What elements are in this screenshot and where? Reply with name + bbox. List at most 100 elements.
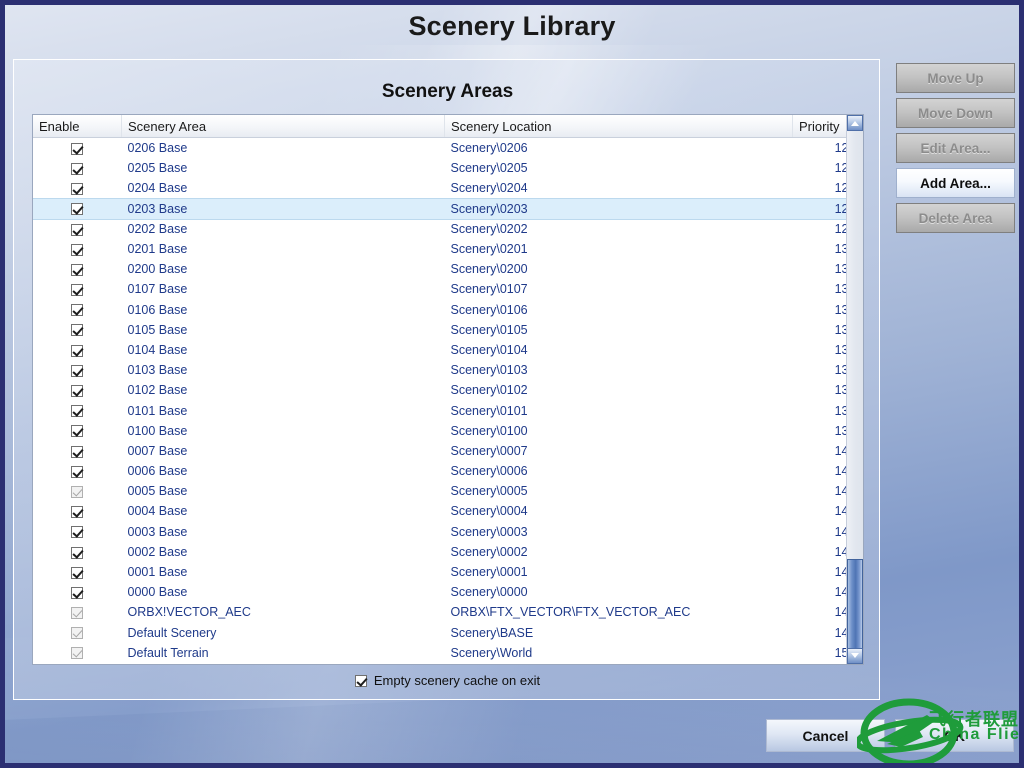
row-enable-checkbox[interactable] (71, 142, 84, 155)
column-header-scenery-location[interactable]: Scenery Location (444, 115, 793, 138)
table-row[interactable]: 0206 Base Scenery\0206 125 (33, 138, 863, 159)
row-enable-cell[interactable] (33, 320, 122, 340)
row-enable-checkbox[interactable] (71, 162, 84, 175)
row-scenery-location: Scenery\0002 (450, 544, 528, 559)
table-row[interactable]: 0203 Base Scenery\0203 128 (33, 197, 863, 220)
table-row[interactable]: 0101 Base Scenery\0101 138 (33, 400, 863, 420)
move-up-button[interactable]: Move Up (896, 63, 1015, 93)
row-enable-cell[interactable] (33, 360, 122, 380)
row-enable-cell[interactable] (33, 602, 122, 622)
table-row[interactable]: 0103 Base Scenery\0103 136 (33, 360, 863, 380)
row-enable-cell[interactable] (33, 239, 122, 259)
table-row[interactable]: Default Scenery Scenery\BASE 149 (33, 623, 863, 643)
table-row[interactable]: 0107 Base Scenery\0107 132 (33, 279, 863, 299)
table-row[interactable]: 0003 Base Scenery\0003 144 (33, 522, 863, 542)
table-row[interactable]: 0100 Base Scenery\0100 139 (33, 421, 863, 441)
column-header-enable[interactable]: Enable (33, 115, 122, 138)
row-enable-cell[interactable] (33, 178, 122, 198)
table-row[interactable]: 0001 Base Scenery\0001 146 (33, 562, 863, 582)
scroll-down-button[interactable] (847, 648, 863, 664)
row-enable-checkbox[interactable] (71, 586, 84, 599)
table-row[interactable]: 0102 Base Scenery\0102 137 (33, 380, 863, 400)
row-enable-cell[interactable] (33, 400, 122, 420)
table-row[interactable]: 0005 Base Scenery\0005 142 (33, 481, 863, 501)
vertical-scrollbar[interactable] (846, 115, 863, 664)
row-enable-checkbox[interactable] (71, 284, 84, 297)
row-enable-cell[interactable] (33, 340, 122, 360)
row-enable-checkbox[interactable] (71, 183, 84, 196)
row-enable-cell[interactable] (33, 198, 122, 219)
scenery-areas-table[interactable]: Enable Scenery Area Scenery Location Pri… (32, 114, 864, 665)
row-enable-checkbox[interactable] (71, 243, 84, 256)
row-enable-cell[interactable] (33, 542, 122, 562)
chevron-down-icon (851, 653, 859, 658)
empty-scenery-cache-checkbox[interactable] (354, 674, 367, 687)
row-scenery-area: 0004 Base (127, 504, 188, 519)
table-row[interactable]: 0204 Base Scenery\0204 127 (33, 178, 863, 198)
table-row[interactable]: 0106 Base Scenery\0106 133 (33, 300, 863, 320)
table-row[interactable]: 0007 Base Scenery\0007 140 (33, 441, 863, 461)
row-scenery-location: Scenery\0005 (450, 484, 528, 499)
table-row[interactable]: 0200 Base Scenery\0200 131 (33, 259, 863, 279)
table-row[interactable]: 0205 Base Scenery\0205 126 (33, 158, 863, 178)
table-row[interactable]: 0104 Base Scenery\0104 135 (33, 340, 863, 360)
table-row[interactable]: 0105 Base Scenery\0105 134 (33, 320, 863, 340)
row-scenery-area: 0102 Base (127, 383, 188, 398)
row-enable-cell[interactable] (33, 138, 122, 159)
table-row[interactable]: 0002 Base Scenery\0002 145 (33, 542, 863, 562)
table-row[interactable]: 0004 Base Scenery\0004 143 (33, 501, 863, 521)
scroll-up-button[interactable] (847, 115, 863, 131)
row-enable-cell[interactable] (33, 582, 122, 602)
scrollbar-thumb[interactable] (847, 559, 863, 655)
row-enable-cell[interactable] (33, 562, 122, 582)
row-enable-cell[interactable] (33, 300, 122, 320)
row-enable-cell[interactable] (33, 522, 122, 542)
row-enable-cell[interactable] (33, 380, 122, 400)
column-header-scenery-area[interactable]: Scenery Area (121, 115, 445, 138)
scenery-areas-panel: Scenery Areas Enable Scenery Area Scener… (13, 59, 880, 700)
row-enable-cell[interactable] (33, 623, 122, 643)
row-enable-cell[interactable] (33, 259, 122, 279)
table-row[interactable]: 0000 Base Scenery\0000 147 (33, 582, 863, 602)
table-row[interactable]: ORBX!VECTOR_AEC ORBX\FTX_VECTOR\FTX_VECTO… (33, 602, 863, 622)
row-enable-checkbox[interactable] (71, 324, 84, 337)
table-row[interactable]: 0201 Base Scenery\0201 130 (33, 239, 863, 259)
row-enable-cell[interactable] (33, 461, 122, 481)
row-enable-checkbox[interactable] (71, 566, 84, 579)
row-enable-checkbox[interactable] (71, 425, 84, 438)
row-scenery-location: Scenery\BASE (450, 625, 534, 640)
row-enable-checkbox[interactable] (71, 526, 84, 539)
row-enable-cell[interactable] (33, 219, 122, 239)
add-area-button[interactable]: Add Area... (896, 168, 1015, 198)
row-enable-cell[interactable] (33, 421, 122, 441)
row-enable-cell[interactable] (33, 481, 122, 501)
row-enable-cell[interactable] (33, 643, 122, 663)
row-enable-cell[interactable] (33, 279, 122, 299)
row-enable-checkbox[interactable] (71, 385, 84, 398)
row-enable-cell[interactable] (33, 441, 122, 461)
ok-button[interactable]: OK (895, 719, 1014, 752)
row-enable-cell[interactable] (33, 158, 122, 178)
empty-cache-row[interactable]: Empty scenery cache on exit (14, 672, 879, 688)
table-row[interactable]: Default Terrain Scenery\World 150 (33, 643, 863, 663)
row-enable-checkbox[interactable] (71, 546, 84, 559)
row-enable-checkbox[interactable] (71, 465, 84, 478)
move-down-button[interactable]: Move Down (896, 98, 1015, 128)
row-enable-checkbox[interactable] (71, 203, 84, 216)
row-enable-checkbox[interactable] (71, 506, 84, 519)
row-scenery-location: Scenery\0205 (450, 161, 528, 176)
row-enable-checkbox[interactable] (71, 445, 84, 458)
table-row[interactable]: 0006 Base Scenery\0006 141 (33, 461, 863, 481)
row-enable-checkbox[interactable] (71, 223, 84, 236)
delete-area-button[interactable]: Delete Area (896, 203, 1015, 233)
row-enable-checkbox[interactable] (71, 405, 84, 418)
row-enable-checkbox[interactable] (71, 364, 84, 377)
row-enable-checkbox[interactable] (71, 263, 84, 276)
row-enable-cell[interactable] (33, 501, 122, 521)
row-enable-checkbox[interactable] (71, 344, 84, 357)
row-enable-checkbox[interactable] (71, 304, 84, 317)
table-row[interactable]: 0202 Base Scenery\0202 129 (33, 219, 863, 239)
cancel-button[interactable]: Cancel (766, 719, 885, 752)
row-scenery-location: Scenery\0105 (450, 322, 528, 337)
edit-area-button[interactable]: Edit Area... (896, 133, 1015, 163)
